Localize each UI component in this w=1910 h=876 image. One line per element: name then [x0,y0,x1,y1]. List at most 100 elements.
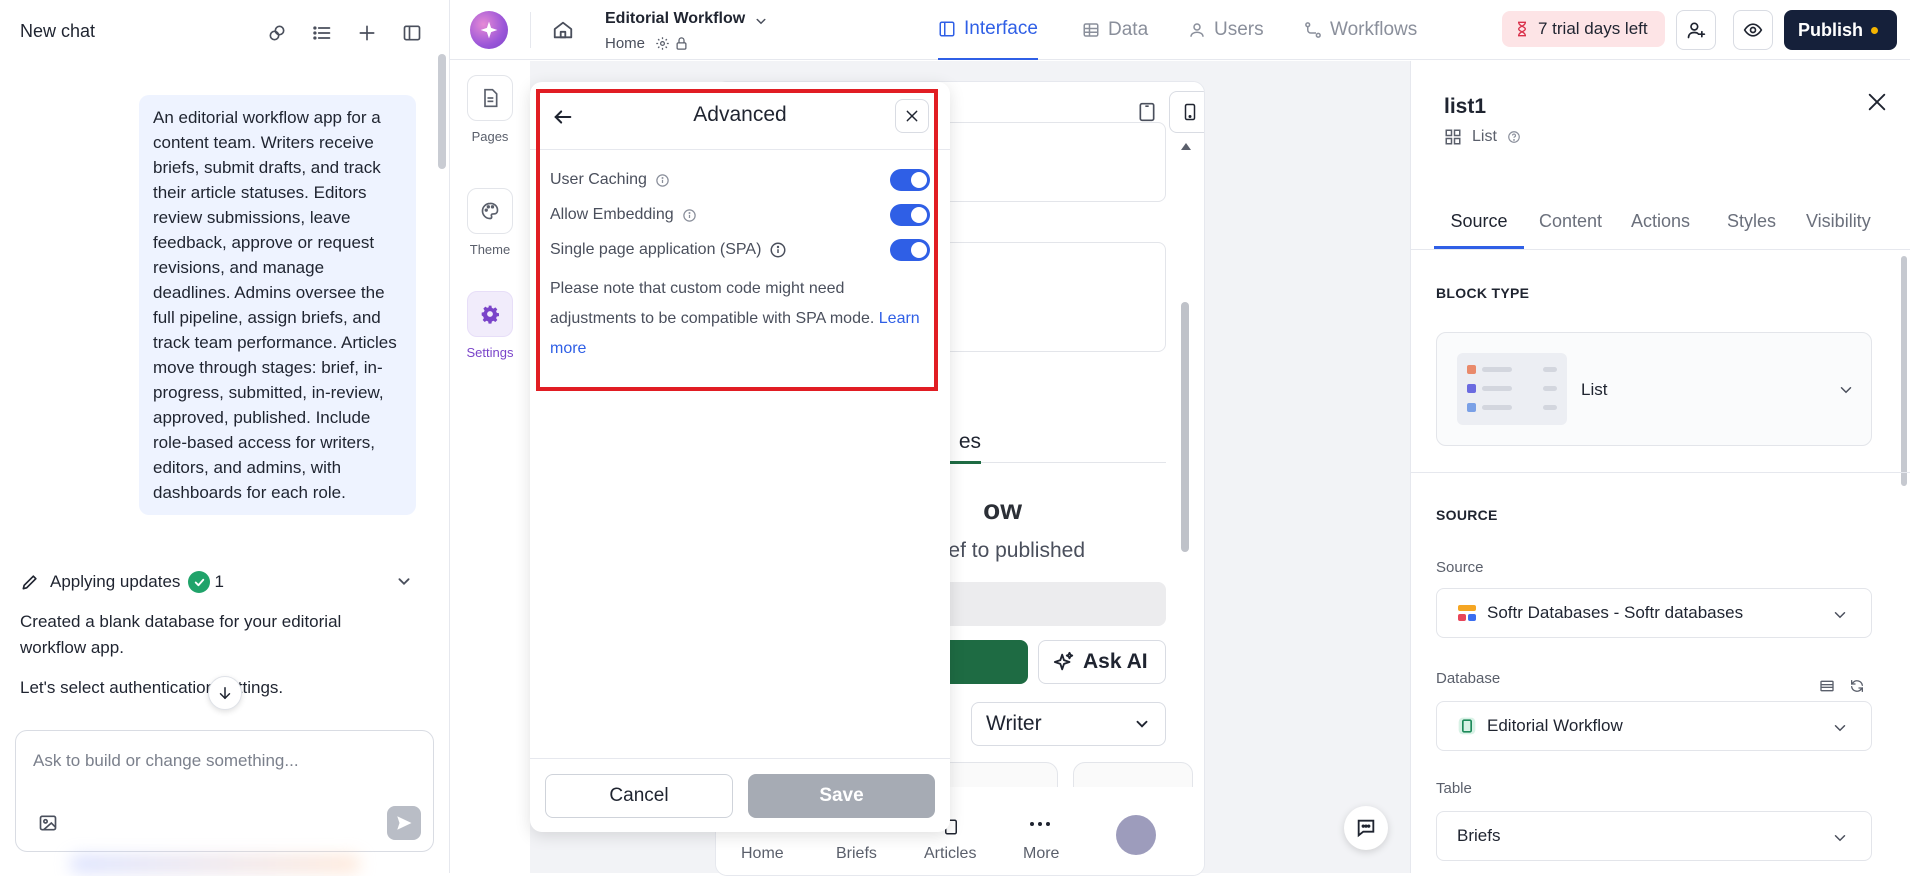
check-icon [188,571,211,593]
tab-content[interactable]: Content [1539,211,1602,249]
trial-label: 7 trial days left [1538,19,1648,38]
block-type-label: List [1472,128,1497,145]
sparkle-icon [1053,651,1075,673]
properties-scrollbar[interactable] [1901,256,1907,486]
tab-label: Workflows [1330,19,1418,40]
preview-scroll-thumb[interactable] [1181,302,1189,552]
chat-input[interactable] [33,749,413,773]
new-chat-plus-icon[interactable] [354,20,380,46]
ai-logo-icon[interactable] [470,11,508,49]
composer-glow [70,855,360,873]
send-button[interactable] [387,806,421,840]
bottom-nav-home[interactable]: Home [741,845,784,863]
rail-item-settings[interactable]: Settings [462,291,518,360]
pencil-icon [20,572,40,592]
database-value: Editorial Workflow [1487,716,1623,735]
source-heading: SOURCE [1436,507,1498,523]
highlight-box [536,89,938,391]
invite-user-button[interactable] [1676,10,1716,50]
block-subtitle: List [1444,128,1521,146]
tab-users[interactable]: Users [1188,0,1264,60]
tab-label: Users [1214,19,1264,40]
grid-icon [1444,128,1462,146]
chat-scrollbar[interactable] [438,54,446,169]
table-view-icon[interactable] [1819,678,1835,694]
user-message-bubble: An editorial workflow app for a content … [139,95,416,515]
chat-composer [15,730,434,852]
app-chevron-down-icon[interactable] [752,12,770,30]
chevron-down-icon [1831,829,1849,847]
image-attach-icon[interactable] [36,811,60,835]
properties-panel: list1 List Source Content Actions Styles… [1410,61,1910,873]
tab-data[interactable]: Data [1082,0,1148,60]
section-divider [1411,472,1910,473]
chat-bubble-icon [1355,817,1377,839]
page-settings-icon[interactable] [655,36,670,51]
list-thumbnail [1457,353,1567,425]
source-select[interactable]: Softr Databases - Softr databases [1436,588,1872,638]
current-page-name[interactable]: Home [605,35,645,52]
block-title: list1 [1444,95,1487,118]
trial-badge[interactable]: 7 trial days left [1502,11,1665,47]
preview-button[interactable] [1733,10,1773,50]
bottom-nav-more[interactable]: More [1023,845,1059,863]
unpublished-dot [1871,26,1879,34]
mobile-icon[interactable] [1169,91,1204,133]
applying-updates-row[interactable]: Applying updates 1 [20,570,415,594]
applying-label: Applying updates [50,572,181,591]
rail-item-pages[interactable]: Pages [462,75,518,144]
preview-scrollbar[interactable] [1178,142,1194,842]
bottom-nav-briefs[interactable]: Briefs [836,845,877,863]
support-chat-button[interactable] [1344,806,1388,850]
tab-actions[interactable]: Actions [1631,211,1690,249]
source-label: Source [1436,559,1484,576]
help-icon[interactable] [1507,130,1521,144]
database-label: Database [1436,670,1501,687]
rail-item-theme[interactable]: Theme [462,188,518,257]
rail-label: Settings [466,345,514,360]
publish-button[interactable]: Publish [1784,10,1897,50]
workflow-icon [1304,21,1322,39]
app-name[interactable]: Editorial Workflow [605,10,745,28]
sidebar-toggle-icon[interactable] [399,20,425,46]
close-icon[interactable] [1866,91,1888,113]
role-select[interactable]: Writer [971,702,1166,746]
tab-workflows[interactable]: Workflows [1304,0,1417,60]
tab-label: Interface [964,18,1038,39]
tab-source[interactable]: Source [1434,211,1524,249]
database-select[interactable]: Editorial Workflow [1436,701,1872,751]
lock-icon[interactable] [674,36,689,51]
tab-interface[interactable]: Interface [938,0,1038,60]
block-type-select[interactable]: List [1436,332,1872,446]
database-book-icon [1457,716,1477,736]
chevron-down-icon [1831,606,1849,624]
page-status-icons [655,36,689,51]
link-icon[interactable] [264,20,290,46]
chat-title: New chat [20,21,96,41]
save-button[interactable]: Save [748,774,935,818]
user-icon [1188,21,1206,39]
publish-label: Publish [1798,19,1864,40]
chevron-down-icon[interactable] [393,570,415,592]
cancel-button[interactable]: Cancel [545,774,733,818]
tab-visibility[interactable]: Visibility [1806,211,1871,249]
table-select[interactable]: Briefs [1436,811,1872,861]
chevron-down-icon [1837,381,1855,399]
refresh-icon[interactable] [1849,678,1865,694]
more-dots-icon [1029,820,1051,828]
avatar[interactable] [1116,815,1156,855]
tab-styles[interactable]: Styles [1727,211,1776,249]
home-icon[interactable] [549,16,577,44]
applying-count: 1 [214,572,224,591]
tab-label: Data [1108,19,1149,40]
advanced-footer: Cancel Save [530,758,950,832]
ask-ai-label: Ask AI [1083,650,1148,673]
ask-ai-button[interactable]: Ask AI [1038,640,1166,684]
list-icon[interactable] [309,20,335,46]
database-actions [1819,678,1865,694]
tabs-divider [1411,249,1910,250]
scroll-down-button[interactable] [208,676,242,710]
source-value: Softr Databases - Softr databases [1487,603,1744,622]
bottom-nav-articles[interactable]: Articles [924,845,976,863]
block-type-heading: BLOCK TYPE [1436,285,1530,301]
